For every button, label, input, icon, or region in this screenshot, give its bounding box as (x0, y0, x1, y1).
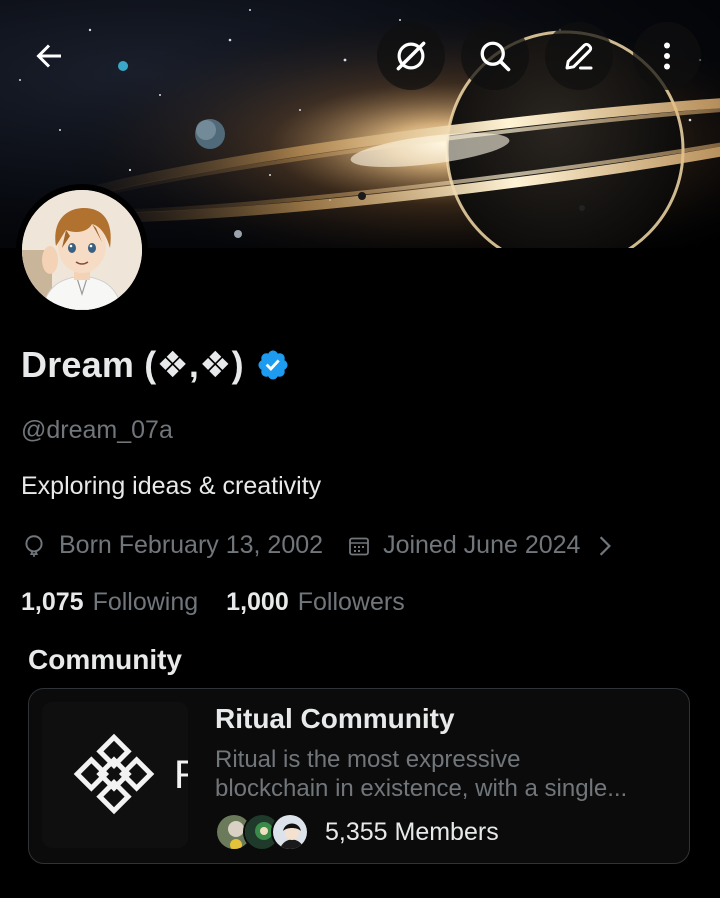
more-vertical-icon (664, 42, 670, 70)
search-icon (480, 41, 511, 72)
community-description: Ritual is the most expressive blockchain… (215, 745, 683, 803)
community-thumbnail: R (42, 702, 188, 848)
profile-name-row: Dream (❖,❖) (21, 344, 290, 386)
back-button[interactable] (15, 22, 83, 90)
ritual-logo-icon: R (42, 702, 188, 848)
profile-name: Dream (❖,❖) (21, 344, 244, 385)
following-count: 1,075 (21, 588, 84, 616)
verified-badge-icon[interactable] (256, 348, 290, 382)
community-description-line1: Ritual is the most expressive (215, 746, 521, 773)
community-card[interactable]: R Ritual Community Ritual is the most ex… (28, 688, 690, 864)
community-members: 5,355 Members (215, 813, 499, 851)
balloon-icon (25, 534, 43, 557)
avatar-image (22, 190, 142, 310)
grok-button[interactable] (377, 22, 445, 90)
followers-link[interactable]: 1,000 Followers (226, 588, 405, 617)
community-name: Ritual Community (215, 703, 455, 734)
avatar[interactable] (16, 184, 148, 316)
back-arrow-icon (36, 44, 61, 68)
followers-label: Followers (297, 588, 405, 616)
joined-item[interactable]: Joined June 2024 (347, 531, 626, 560)
chevron-right-icon (600, 535, 612, 556)
calendar-icon (349, 537, 369, 555)
community-member-count: 5,355 Members (325, 817, 499, 846)
following-label: Following (92, 588, 199, 616)
joined-text: Joined June 2024 (383, 531, 581, 559)
community-description-line2: blockchain in existence, with a single..… (215, 775, 628, 802)
profile-meta: Born February 13, 2002 Joined June 2024 (21, 531, 626, 560)
community-section-title: Community (28, 644, 182, 675)
community-thumb-letter: R (174, 753, 188, 797)
profile-handle: @dream_07a (21, 416, 173, 444)
edit-icon (565, 42, 593, 70)
following-link[interactable]: 1,075 Following (21, 588, 198, 617)
profile-bio: Exploring ideas & creativity (21, 472, 322, 500)
birthday-text: Born February 13, 2002 (59, 531, 324, 559)
member-avatar (271, 813, 309, 851)
grok-icon (396, 41, 426, 71)
search-button[interactable] (461, 22, 529, 90)
birthday-item: Born February 13, 2002 (21, 531, 323, 560)
follow-stats: 1,075 Following 1,000 Followers (21, 588, 405, 617)
edit-button[interactable] (545, 22, 613, 90)
followers-count: 1,000 (226, 588, 289, 616)
more-button[interactable] (633, 22, 701, 90)
